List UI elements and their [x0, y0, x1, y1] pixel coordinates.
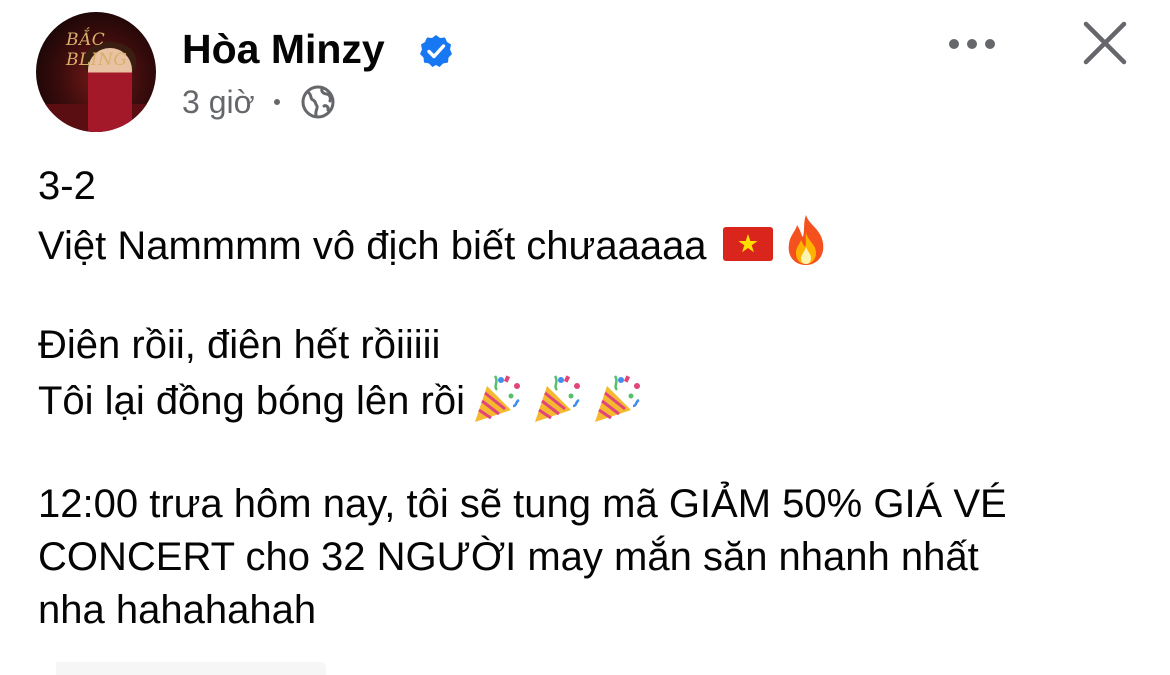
post-line: nha hahahahah: [38, 588, 317, 632]
post-line: 3-2: [38, 164, 96, 208]
post-line: 12:00 trưa hôm nay, tôi sẽ tung mã GIẢM …: [38, 482, 1007, 526]
party-popper-emoji: [534, 375, 580, 422]
post-line-text: Tôi lại đồng bóng lên rồi: [38, 379, 465, 423]
post-line: Việt Nammmm vô địch biết chưaaaaa: [38, 213, 1148, 268]
party-popper-emoji: [594, 375, 640, 422]
avatar-title-text: BẮC BLING: [66, 30, 128, 70]
author-name[interactable]: Hòa Minzy: [182, 26, 385, 72]
post-line-text: Việt Nammmm vô địch biết chưaaaaa: [38, 224, 707, 268]
verified-badge-icon: [420, 35, 452, 67]
globe-icon[interactable]: [300, 84, 336, 120]
avatar[interactable]: BẮC BLING: [36, 12, 156, 132]
post-timestamp[interactable]: 3 giờ: [182, 82, 255, 122]
close-icon[interactable]: [1082, 20, 1128, 66]
post-content: 3-2 Việt Nammmm vô địch biết chưaaaaa Đi…: [38, 160, 1148, 637]
fire-emoji: [788, 215, 823, 265]
party-popper-emoji: [474, 375, 520, 422]
next-line-partial: [36, 662, 326, 675]
post-line: Tôi lại đồng bóng lên rồi: [38, 372, 1148, 425]
facebook-post: BẮC BLING Hòa Minzy 3 giờ 3-2 Việt Nammm…: [0, 0, 1170, 675]
post-line: Điên rồii, điên hết rồiiiii: [38, 323, 441, 367]
post-line: CONCERT cho 32 NGƯỜI may mắn săn nhanh n…: [38, 535, 979, 579]
more-options-icon[interactable]: [944, 30, 1000, 58]
vietnam-flag-emoji: [722, 227, 773, 261]
separator-dot: [274, 99, 280, 105]
